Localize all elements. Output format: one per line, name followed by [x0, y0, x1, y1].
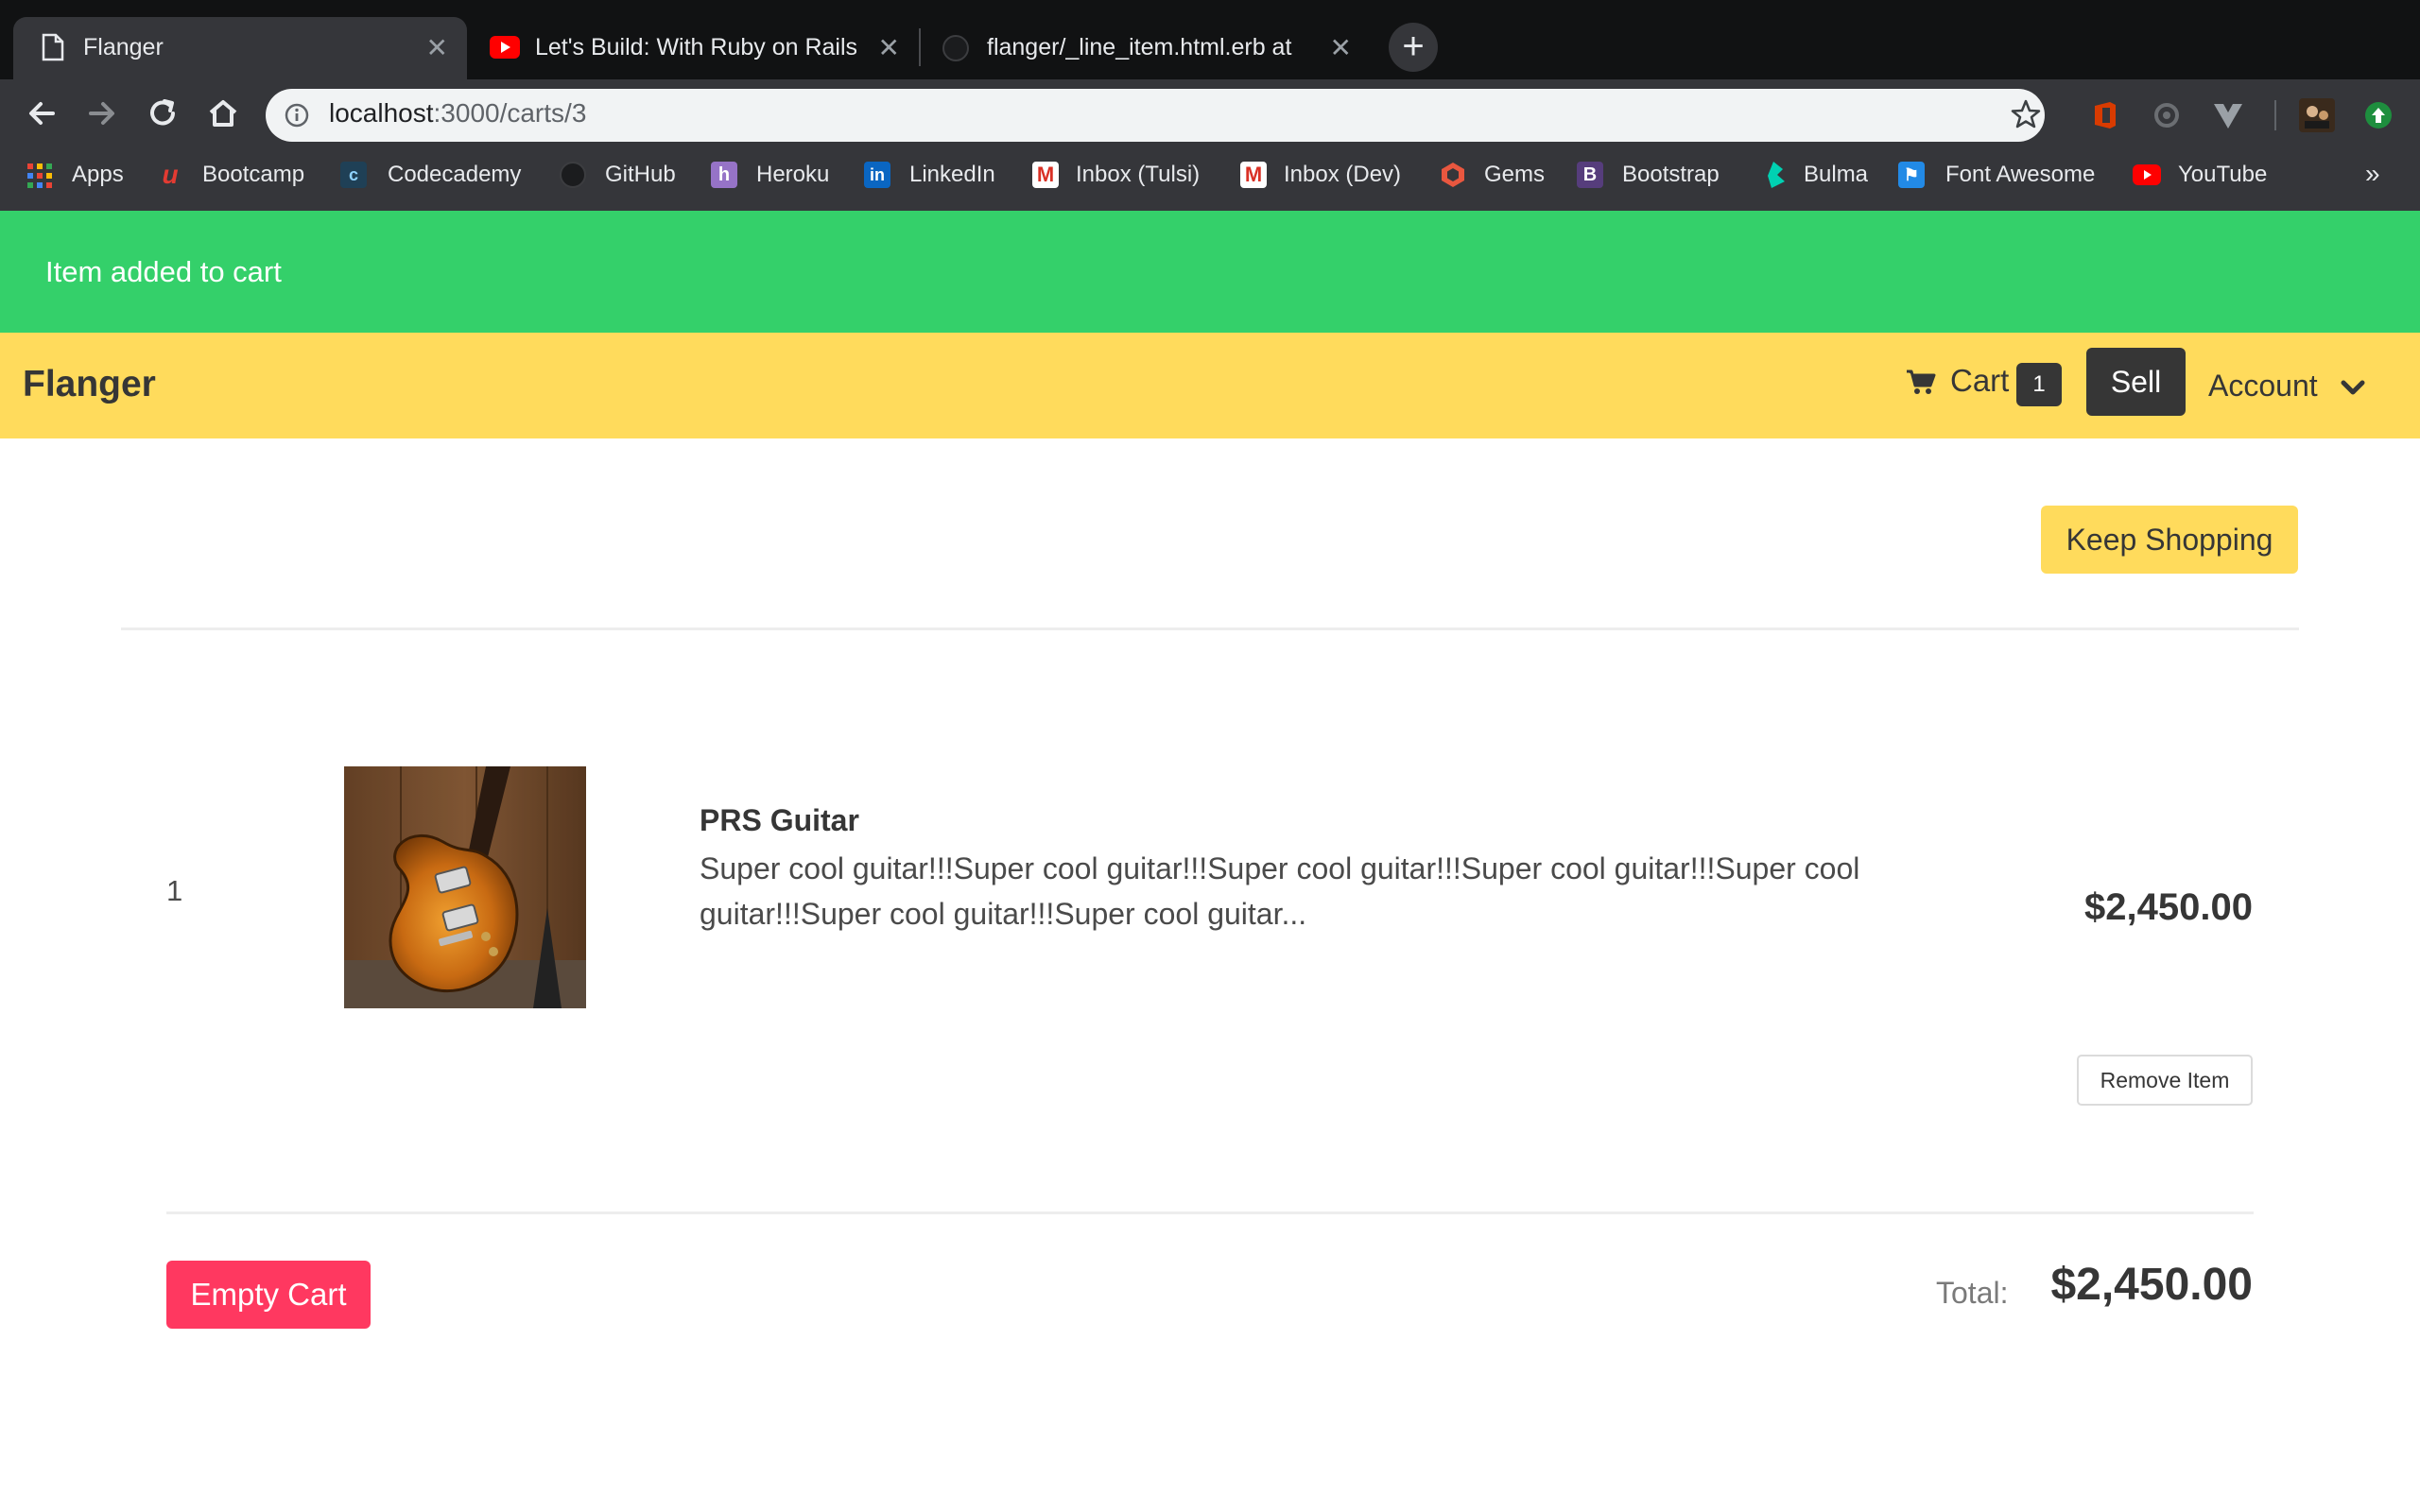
cart-total-value: $2,450.00	[2050, 1260, 2253, 1310]
bookmark-label: Apps	[72, 162, 124, 187]
bootstrap-icon: B	[1577, 162, 1603, 188]
sync-extension-icon[interactable]	[2152, 100, 2182, 130]
tab-flanger[interactable]: Flanger ✕	[13, 17, 467, 79]
bookmark-font-awesome[interactable]: ⚑ Font Awesome	[1898, 159, 2125, 191]
tab-title: Flanger	[83, 34, 164, 60]
page-icon	[42, 33, 64, 61]
bookmark-inbox-dev[interactable]: M Inbox (Dev)	[1240, 159, 1420, 191]
flash-message: Item added to cart	[45, 255, 282, 288]
bookmark-label: Heroku	[756, 162, 830, 187]
update-icon[interactable]	[2363, 100, 2394, 130]
bookmark-bootcamp[interactable]: u Bootcamp	[157, 159, 327, 191]
bookmark-label: Inbox (Tulsi)	[1076, 162, 1201, 187]
bootcamp-icon: u	[162, 160, 179, 189]
bookmark-heroku[interactable]: h Heroku	[711, 159, 853, 191]
office-extension-icon[interactable]	[2091, 100, 2119, 130]
bookmark-linkedin[interactable]: in LinkedIn	[864, 159, 1015, 191]
line-item-quantity: 1	[166, 874, 183, 907]
profile-avatar-icon[interactable]	[2299, 98, 2335, 132]
font-awesome-icon: ⚑	[1898, 162, 1925, 188]
bookmark-label: GitHub	[605, 162, 676, 187]
bookmark-bulma[interactable]: Bulma	[1762, 159, 1885, 191]
divider	[121, 627, 2299, 630]
github-icon	[560, 162, 586, 188]
bookmark-label: Bootcamp	[202, 162, 305, 187]
home-button[interactable]	[202, 93, 244, 134]
arrow-left-icon	[29, 102, 55, 125]
url-text[interactable]: localhost:3000/carts/3	[329, 98, 586, 129]
guitar-image	[344, 766, 586, 1008]
cart-link[interactable]: Cart	[1950, 363, 2009, 399]
sell-button[interactable]: Sell	[2086, 348, 2186, 416]
gmail-icon: M	[1032, 162, 1059, 188]
vue-devtools-icon[interactable]	[2212, 100, 2244, 130]
tab-title: Let's Build: With Ruby on Rails	[535, 34, 856, 60]
reload-icon	[150, 99, 175, 126]
bookmark-label: Bulma	[1804, 162, 1869, 187]
youtube-icon	[2133, 164, 2161, 185]
bookmark-label: Inbox (Dev)	[1284, 162, 1402, 187]
bulma-icon	[1768, 162, 1785, 188]
bookmark-inbox-tulsi[interactable]: M Inbox (Tulsi)	[1032, 159, 1221, 191]
gmail-icon: M	[1240, 162, 1267, 188]
product-description: Super cool guitar!!!Super cool guitar!!!…	[700, 851, 1860, 931]
tab-github[interactable]: flanger/_line_item.html.erb at m ✕	[923, 17, 1371, 79]
bookmark-label: Font Awesome	[1945, 162, 2096, 187]
url-host: localhost	[329, 98, 434, 128]
new-tab-button[interactable]: +	[1389, 23, 1438, 72]
apps-grid-icon	[27, 163, 52, 188]
toolbar-separator	[2274, 100, 2276, 130]
heroku-icon: h	[711, 162, 737, 188]
divider	[166, 1211, 2254, 1214]
home-icon	[209, 100, 237, 127]
bookmark-label: YouTube	[2178, 162, 2268, 187]
bookmark-youtube[interactable]: YouTube	[2133, 159, 2293, 191]
product-name[interactable]: PRS Guitar	[700, 803, 859, 838]
bookmark-apps[interactable]: Apps	[26, 159, 140, 191]
site-info-icon[interactable]	[284, 102, 310, 129]
brand-logo[interactable]: Flanger	[23, 364, 156, 405]
bookmark-label: Bootstrap	[1622, 162, 1720, 187]
back-button[interactable]	[21, 93, 62, 134]
bookmark-label: Gems	[1484, 162, 1546, 187]
total-label: Total:	[1936, 1276, 2009, 1310]
url-path: :3000/carts/3	[433, 98, 587, 128]
product-image[interactable]	[344, 766, 586, 1008]
flash-notification	[0, 211, 2420, 333]
bookmark-gems[interactable]: Gems	[1439, 159, 1562, 191]
arrow-right-icon	[89, 102, 114, 125]
youtube-icon	[490, 36, 520, 59]
codecademy-icon: c	[340, 162, 367, 188]
tab-title: flanger/_line_item.html.erb at m	[987, 34, 1299, 60]
rubygems-icon	[1442, 163, 1464, 187]
bookmark-codecademy[interactable]: c Codecademy	[340, 159, 529, 191]
cart-count-badge: 1	[2016, 363, 2062, 406]
line-item-price: $2,450.00	[2084, 886, 2253, 928]
reload-button[interactable]	[142, 93, 183, 134]
remove-item-button[interactable]: Remove Item	[2077, 1055, 2253, 1106]
more-bookmarks-icon: »	[2365, 159, 2380, 188]
github-icon	[942, 35, 969, 61]
keep-shopping-button[interactable]: Keep Shopping	[2041, 506, 2298, 574]
tab-youtube[interactable]: Let's Build: With Ruby on Rails ✕	[471, 17, 919, 79]
forward-button[interactable]	[81, 93, 123, 134]
close-tab-icon[interactable]: ✕	[878, 32, 900, 63]
chevron-down-icon[interactable]	[2339, 373, 2367, 402]
bookmark-label: LinkedIn	[909, 162, 995, 187]
account-menu[interactable]: Account	[2208, 369, 2318, 404]
linkedin-icon: in	[864, 162, 890, 188]
close-tab-icon[interactable]: ✕	[1330, 32, 1352, 63]
empty-cart-button[interactable]: Empty Cart	[166, 1261, 371, 1329]
bookmark-bootstrap[interactable]: B Bootstrap	[1577, 159, 1747, 191]
close-tab-icon[interactable]: ✕	[426, 32, 448, 63]
bookmark-label: Codecademy	[388, 162, 522, 187]
shopping-cart-icon[interactable]	[1906, 369, 1936, 395]
bookmark-github[interactable]: GitHub	[560, 159, 701, 191]
tab-separator	[919, 28, 921, 66]
bookmark-star-icon[interactable]	[2010, 98, 2042, 130]
more-bookmarks-button[interactable]: »	[2365, 159, 2394, 191]
